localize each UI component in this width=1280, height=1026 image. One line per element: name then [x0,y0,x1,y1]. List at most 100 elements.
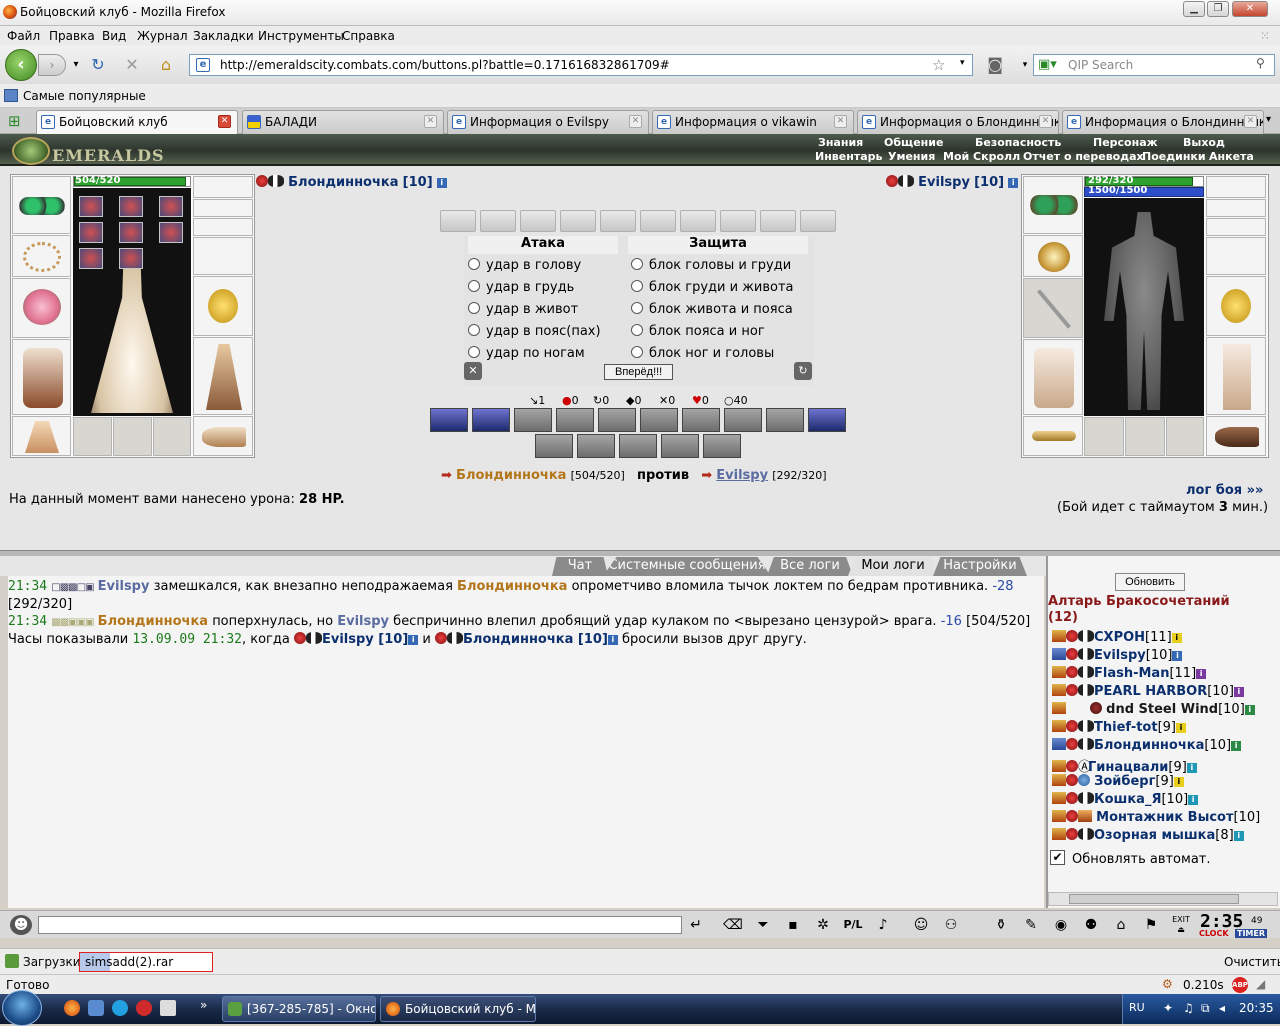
player-name[interactable]: Озорная мышка [1094,828,1215,843]
buff-icon[interactable] [79,248,103,269]
info-icon[interactable]: i [1233,831,1244,841]
nav-character[interactable]: Персонаж [1093,136,1158,149]
app-quicklaunch-icon[interactable] [88,1000,104,1016]
helmet-slot[interactable] [1023,176,1083,234]
tab-close-icon[interactable]: ✕ [1244,115,1257,128]
book-icon[interactable]: ✎ [1020,915,1042,935]
private-msg-icon[interactable] [1052,684,1066,696]
tab-close-icon[interactable]: ✕ [1039,115,1052,128]
attack-groin-option[interactable]: удар в пояс(пах) [468,324,601,346]
player-row[interactable]: Блондинночка[10] i [1052,738,1242,756]
forward-button[interactable]: › [38,54,66,76]
clock-label[interactable]: CLOCK [1199,929,1229,938]
armor-slot[interactable] [1023,339,1083,415]
menu-view[interactable]: Вид [102,29,126,43]
buff-icon[interactable] [159,222,183,243]
radio-button[interactable] [631,346,643,358]
radio-button[interactable] [631,280,643,292]
info-icon[interactable]: i [1176,723,1186,733]
adblock-icon[interactable]: ABP [1232,977,1248,993]
tab-system-messages[interactable]: Системные сообщения [603,557,771,576]
radio-button[interactable] [631,324,643,336]
network-icon[interactable]: ⧉ [1201,1001,1210,1016]
weapon-slot[interactable] [12,278,71,338]
info-icon[interactable]: i [1244,705,1255,715]
menu-bookmarks[interactable]: Закладки [193,29,254,43]
back-button[interactable]: ‹ [5,49,37,81]
language-indicator[interactable]: RU [1129,1001,1145,1014]
gloves-slot[interactable] [193,237,253,275]
battle-log-link[interactable]: лог боя »» [1186,483,1263,498]
tab-list-icon[interactable]: ▾ [1266,114,1271,125]
tab-close-icon[interactable]: ✕ [424,115,437,128]
block-belt-legs-option[interactable]: блок пояса и ног [631,324,794,346]
private-msg-icon[interactable] [1052,720,1066,732]
taskbar-item-firefox[interactable]: Бойцовский клуб - M... [380,996,536,1022]
gloves-slot[interactable] [1206,237,1266,275]
trick-icon[interactable] [430,408,468,432]
tab-close-icon[interactable]: ✕ [834,115,847,128]
chat-input[interactable] [38,916,682,934]
private-msg-icon[interactable] [1052,792,1066,804]
firefox-quicklaunch-icon[interactable] [64,1000,80,1016]
buff-icon[interactable] [119,222,143,243]
player-name[interactable]: Блондинночка [288,175,398,190]
buff-icon[interactable] [119,248,143,269]
player-name[interactable]: Монтажник Высот [1096,810,1233,825]
radio-button[interactable] [468,346,480,358]
screenshot-icon[interactable]: ◙ [985,55,1005,75]
portrait-icon[interactable]: ◉ [1050,915,1072,935]
info-icon[interactable]: i [1008,178,1019,188]
info-icon[interactable]: i [1233,687,1244,697]
menu-history[interactable]: Журнал [137,29,188,43]
player-row[interactable]: ⒶГинацвали[9] i [1052,756,1197,775]
tab-info-evilspy[interactable]: e Информация о Evilspy ✕ [447,110,649,134]
volume-icon[interactable]: ◂ [1219,1001,1225,1015]
empty-slot[interactable] [1125,417,1165,456]
save-icon[interactable]: ▪ [782,915,804,935]
nav-knowledge[interactable]: Знания [818,136,863,149]
attack-head-option[interactable]: удар в голову [468,258,601,280]
player-row[interactable]: Evilspy[10] i [1052,648,1183,666]
private-msg-icon[interactable] [1052,738,1066,750]
player-name[interactable]: Flash-Man [1094,666,1169,681]
nav-skills[interactable]: Умения [888,150,935,164]
info-icon[interactable]: i [1172,651,1183,661]
tab-fight-club[interactable]: e Бойцовский клуб ✕ [36,110,238,134]
translit-icon[interactable]: P/L [842,915,864,935]
skype-icon[interactable] [112,1000,128,1016]
trick-icon[interactable] [472,408,510,432]
search-input[interactable]: ▣▾ QIP Search ⚲ [1033,54,1275,76]
bookmark-star-icon[interactable]: ☆ [932,56,945,74]
lock-icon[interactable]: ⌂ [1110,915,1132,935]
menu-file[interactable]: Файл [7,29,40,43]
info-icon[interactable]: i [436,178,447,188]
player-row[interactable]: dnd Steel Wind[10] i [1052,702,1255,720]
nav-my-scroll[interactable]: Мой Скролл [943,150,1020,164]
exit-icon[interactable]: EXIT ⏏ [1170,915,1192,935]
home-icon[interactable]: ⌂ [156,55,176,75]
quicklaunch-overflow-icon[interactable]: » [200,998,207,1012]
media-icon[interactable] [160,1000,176,1016]
info-icon[interactable]: i [1196,669,1207,679]
refresh-turn-icon[interactable]: ↻ [794,362,812,380]
trick-icon[interactable] [556,408,594,432]
radio-button[interactable] [631,302,643,314]
nav-inventory[interactable]: Инвентарь [815,150,882,164]
menu-help[interactable]: Справка [342,29,395,43]
weapon-slot[interactable] [1023,278,1083,338]
player-row[interactable]: PEARL HARBOR[10] i [1052,684,1244,702]
tab-settings[interactable]: Настройки [933,557,1027,576]
trick-icon[interactable] [535,434,573,458]
empty-slot[interactable] [153,417,191,456]
eraser-icon[interactable]: ⌫ [722,915,744,935]
scroll-slot[interactable] [800,210,836,232]
group-icon[interactable]: ⚇ [940,915,962,935]
amulet-slot[interactable] [193,199,253,217]
tray-icon[interactable]: ♫ [1183,1001,1194,1015]
boots-slot[interactable] [193,416,253,456]
amulet-slot[interactable] [1206,199,1266,217]
filter-icon[interactable]: ⏷ [752,915,774,935]
tab-my-logs[interactable]: Мои логи [848,557,938,576]
block-belly-belt-option[interactable]: блок живота и пояса [631,302,794,324]
